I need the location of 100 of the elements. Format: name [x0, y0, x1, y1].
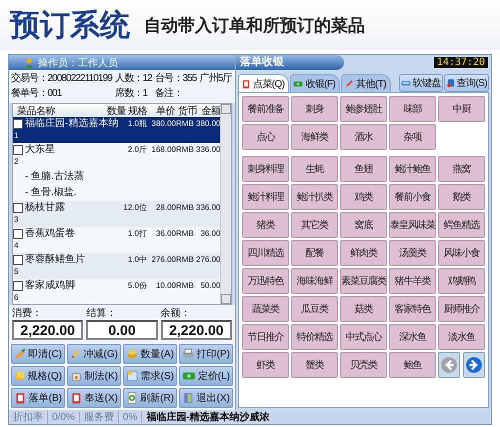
category-button[interactable]: 餐前准备 — [242, 96, 289, 122]
tab[interactable]: 其他(T) — [341, 74, 392, 92]
refresh-icon — [126, 391, 138, 405]
category-button[interactable]: 蔬菜类 — [242, 296, 289, 322]
category-button[interactable]: 燕窝 — [438, 156, 485, 182]
action-button[interactable]: 落单(B) — [11, 388, 65, 408]
checkbox[interactable] — [13, 145, 23, 155]
checkbox[interactable] — [13, 255, 23, 265]
category-button[interactable]: 鸡鹅鸭 — [438, 268, 485, 294]
table-cell-text: 位 — [139, 202, 148, 214]
category-button[interactable]: 鲍汁鲍鱼 — [389, 156, 436, 182]
category-button[interactable]: 万迅特色 — [242, 268, 289, 294]
category-button[interactable]: 中厨 — [438, 96, 485, 122]
table-cell-text: 瓶 — [139, 118, 148, 130]
category-button[interactable]: 菇类 — [340, 296, 387, 322]
category-button[interactable]: 鹅类 — [438, 184, 485, 210]
row-number: 4 — [13, 240, 20, 252]
order-info-text: 广州5厅 — [200, 73, 233, 85]
column-header: 单价 — [155, 104, 175, 118]
action-button[interactable]: 定价(L) — [179, 366, 233, 386]
database-icon — [446, 78, 456, 88]
table-row[interactable]: 枣蓉酥鳝鱼片 1.0中 276.00RMB 276.00 5 — [13, 253, 220, 279]
checkbox[interactable] — [13, 119, 23, 129]
category-button[interactable]: 客家特色 — [389, 296, 436, 322]
category-button[interactable]: 鸡类 — [340, 184, 387, 210]
action-button[interactable]: 打印(P) — [179, 344, 233, 364]
table-cell-text: RMB — [176, 118, 195, 130]
action-button[interactable]: 即清(C) — [11, 344, 65, 364]
category-button[interactable]: 鱼翅 — [340, 156, 387, 182]
category-button[interactable]: 特价精选 — [291, 324, 338, 350]
action-button[interactable]: 刷新(R) — [123, 388, 177, 408]
category-button[interactable]: 鲜肉类 — [340, 240, 387, 266]
category-button[interactable]: 风味小食 — [438, 240, 485, 266]
category-button[interactable]: 深水鱼 — [389, 324, 436, 350]
category-button[interactable]: 配餐 — [291, 240, 338, 266]
clipboard-icon — [14, 391, 27, 405]
category-button[interactable]: 餐前小食 — [389, 184, 436, 210]
category-button[interactable]: 点心 — [242, 124, 289, 150]
category-button[interactable]: 瓜豆类 — [291, 296, 338, 322]
category-button[interactable]: 淡水鱼 — [438, 324, 485, 350]
category-button[interactable]: 杂项 — [389, 124, 436, 150]
column-header: 规格 — [128, 104, 148, 118]
category-button[interactable]: 蟹类 — [291, 352, 338, 378]
table-row[interactable]: 香蕉鸡蛋卷 1.0打 36.00RMB 36.00 4 — [13, 227, 220, 253]
category-button[interactable]: 虾类 — [242, 352, 289, 378]
category-button[interactable]: 鲍鱼 — [389, 352, 436, 378]
status-value: 0% — [118, 412, 142, 422]
tab[interactable]: 收银(F) — [290, 74, 340, 92]
table-row[interactable]: 客家咸鸡脚 5.0份 10.00RMB 50.00 6 — [13, 279, 220, 304]
category-button[interactable]: 猪牛羊类 — [389, 268, 436, 294]
checkbox[interactable] — [13, 229, 23, 239]
action-button[interactable]: 需求(S) — [123, 366, 177, 386]
table-row[interactable]: 福临庄园-精选嘉本纳 1.0瓶 380.00RMB 380.00 1 — [13, 117, 220, 143]
category-button[interactable]: 厨师推介 — [438, 296, 485, 322]
category-button[interactable]: 刺身料理 — [242, 156, 289, 182]
action-button[interactable]: 规格(Q) — [11, 366, 65, 386]
action-button[interactable]: 退出(X) — [179, 388, 233, 408]
checkbox[interactable] — [13, 203, 23, 213]
category-button[interactable]: 中式点心 — [340, 324, 387, 350]
category-button[interactable]: 猪类 — [242, 212, 289, 238]
category-button[interactable]: 刺身 — [291, 96, 338, 122]
action-button[interactable]: 数量(A) — [123, 344, 177, 364]
table-cell: 336.00 — [196, 202, 220, 214]
category-button[interactable]: 四川精选 — [242, 240, 289, 266]
table-cell-text: 168.00 — [150, 144, 176, 156]
category-button[interactable]: 鲍汁料理 — [242, 184, 289, 210]
category-button[interactable]: 贝壳类 — [340, 352, 387, 378]
table-row[interactable]: 杨枝甘露 12.0位 28.00RMB 336.00 3 — [13, 201, 220, 227]
total-value: 2,220.00 — [160, 320, 232, 340]
action-button[interactable]: 冲减(G) — [67, 344, 121, 364]
order-info-text: 席数：1 — [115, 88, 148, 100]
category-button[interactable]: 海鲜类 — [291, 124, 338, 150]
category-button[interactable]: 海味海鲜 — [291, 268, 338, 294]
action-button[interactable]: 制法(K) — [67, 366, 121, 386]
category-button[interactable]: 鳄鱼精选 — [438, 212, 485, 238]
category-button[interactable]: 其它类 — [291, 212, 338, 238]
checkbox[interactable] — [13, 281, 23, 291]
table-cell: 香蕉鸡蛋卷 — [25, 228, 75, 240]
category-button[interactable]: 窝底 — [340, 212, 387, 238]
table-row[interactable]: 大东星 2.0斤 168.00RMB 336.00 2 — [13, 143, 220, 169]
category-button[interactable]: 素菜豆腐类 — [340, 268, 387, 294]
table-cell-text: RMB — [176, 144, 195, 156]
category-button[interactable]: 泰皇风味菜 — [389, 212, 436, 238]
toolbar-button[interactable]: 查询(S) — [444, 74, 489, 92]
column-header: 数量 — [107, 105, 127, 118]
category-button[interactable]: 酒水 — [340, 124, 387, 150]
category-button[interactable]: 节日推介 — [242, 324, 289, 350]
category-button[interactable]: 鲍参翅肚 — [340, 96, 387, 122]
category-button[interactable]: 鲍汁扒类 — [291, 184, 338, 210]
tab[interactable]: 点菜(Q) — [238, 74, 290, 92]
category-button[interactable]: 味部 — [389, 96, 436, 122]
table-cell: 福临庄园-精选嘉本纳 — [25, 118, 118, 130]
toolbar-button[interactable]: 软键盘 — [399, 74, 443, 92]
total-label: 消费： — [12, 308, 43, 320]
category-button[interactable]: 生蚝 — [291, 156, 338, 182]
action-button[interactable]: 奉送(X) — [67, 388, 121, 408]
note-icon — [126, 369, 139, 383]
category-button[interactable]: 汤羹类 — [389, 240, 436, 266]
next-button[interactable] — [463, 352, 485, 378]
dish-note: - 鱼骨.椒盐. — [24, 186, 78, 200]
